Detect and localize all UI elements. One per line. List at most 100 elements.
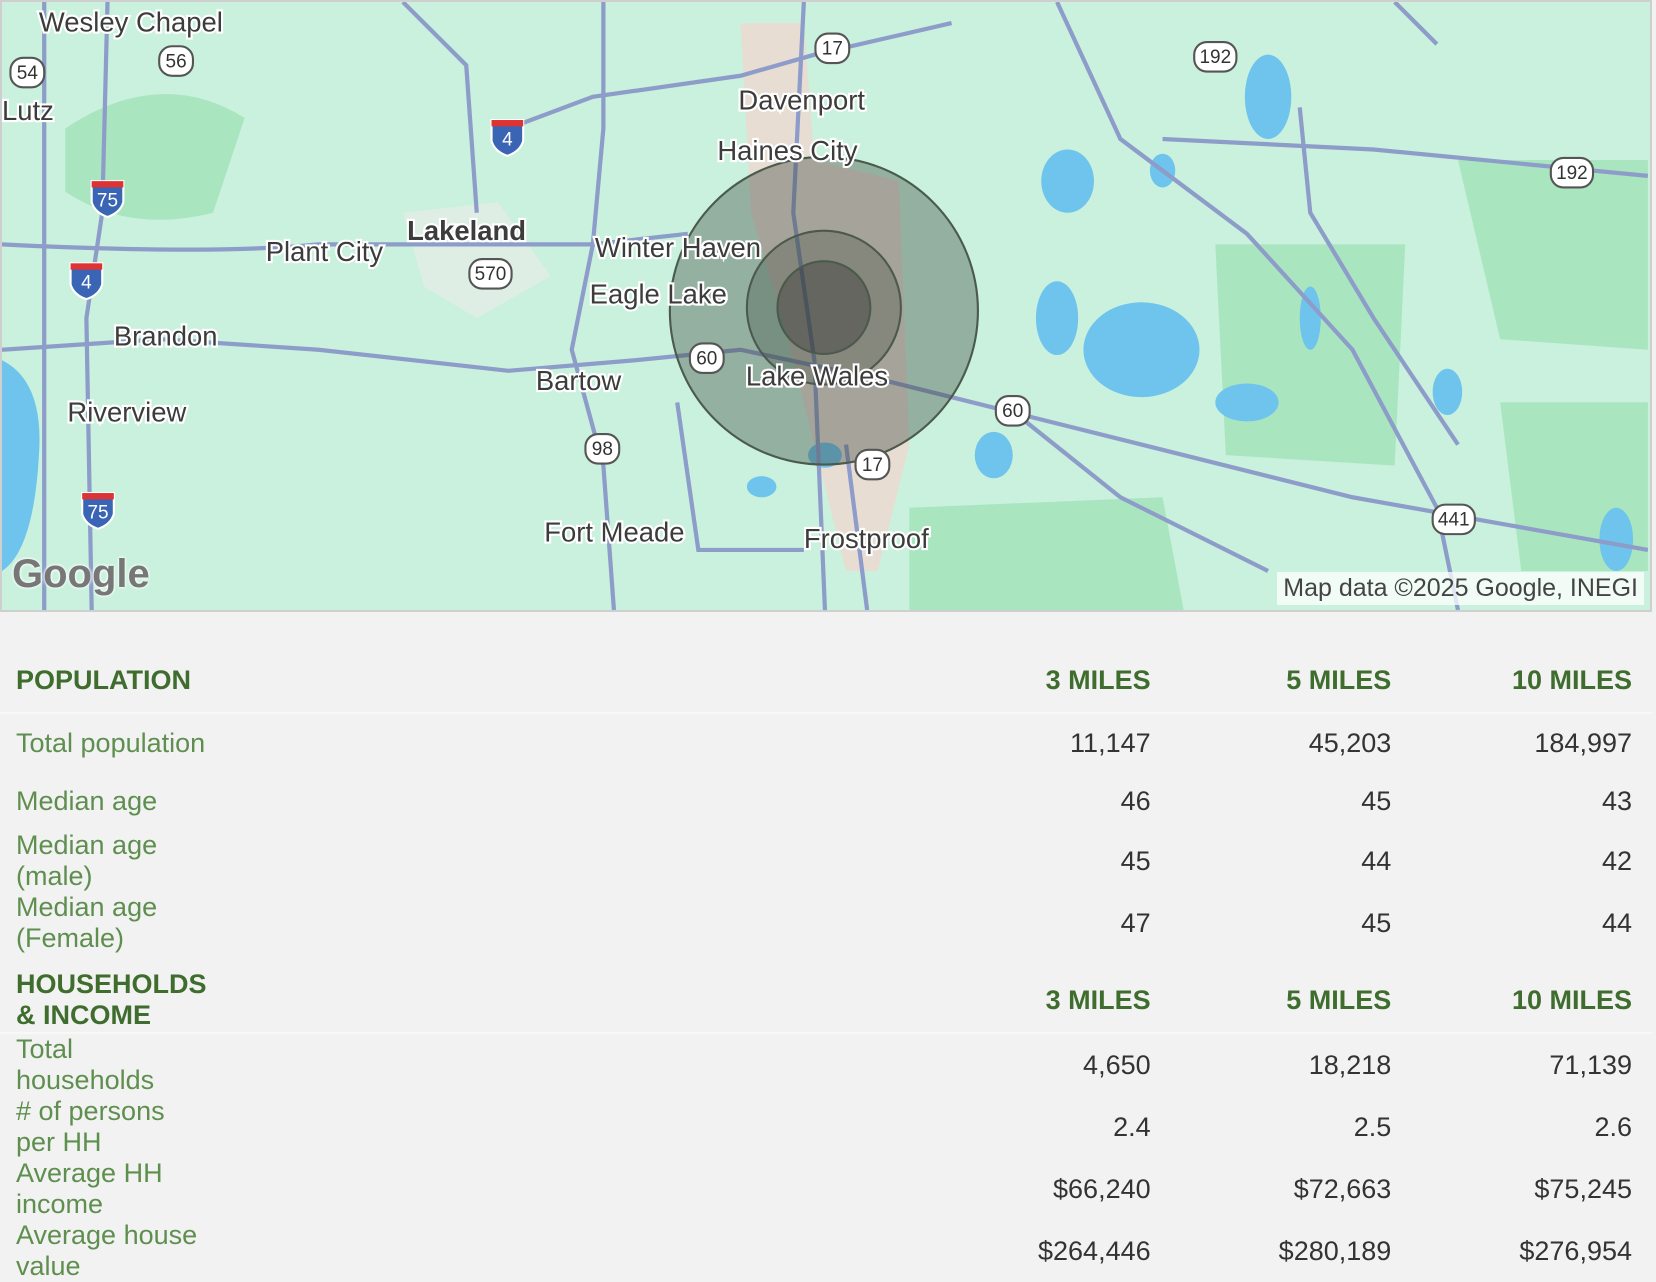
city-label: Fort Meade <box>544 517 684 548</box>
table-row: # of persons per HH 2.4 2.5 2.6 <box>0 1096 1652 1158</box>
city-label: Brandon <box>114 321 218 352</box>
row-value: $72,663 <box>1293 1173 1392 1204</box>
row-label: Median age (male) <box>16 830 158 891</box>
route-number: 98 <box>592 439 613 460</box>
route-number: 60 <box>1002 401 1023 422</box>
city-label: Davenport <box>738 84 865 115</box>
interstate-number: 4 <box>81 273 92 294</box>
row-value: 47 <box>1120 907 1151 938</box>
radius-3-miles <box>776 260 872 355</box>
interstate-shield-icon: 75 <box>81 491 115 530</box>
route-number: 192 <box>1199 47 1231 68</box>
column-header: 3 MILES <box>206 648 1151 714</box>
row-label: Average HH income <box>16 1158 163 1219</box>
column-header: 5 MILES <box>1150 968 1392 1034</box>
row-value: $66,240 <box>1053 1173 1151 1204</box>
population-header-row: POPULATION 3 MILES 5 MILES 10 MILES <box>0 648 1652 714</box>
table-row: Total population 11,147 45,203 184,997 <box>0 713 1652 772</box>
households-header-row: HOUSEHOLDS & INCOME 3 MILES 5 MILES 10 MILE… <box>0 968 1652 1034</box>
city-label: Frostproof <box>804 523 929 554</box>
radius-rings <box>668 155 979 466</box>
city-label: Lakeland <box>407 215 526 246</box>
city-label: Plant City <box>266 236 384 267</box>
city-label: Bartow <box>536 365 622 396</box>
spacer <box>0 954 1652 968</box>
demographics-table: POPULATION 3 MILES 5 MILES 10 MILES Total po… <box>0 648 1652 1282</box>
row-value: $264,446 <box>1038 1235 1151 1266</box>
route-number: 17 <box>822 39 843 60</box>
row-value: 42 <box>1601 845 1632 876</box>
row-value: 44 <box>1601 907 1632 938</box>
row-value: 18,218 <box>1308 1049 1392 1080</box>
google-logo: Google <box>12 552 150 596</box>
route-shield: 54 <box>9 56 46 89</box>
interstate-number: 4 <box>502 129 513 150</box>
column-header: 3 MILES <box>206 968 1151 1034</box>
route-shield: 60 <box>688 342 725 374</box>
map[interactable]: 54 56 17 192 192 570 60 60 98 17 441 4 75 4 75 Wesley… <box>0 0 1652 612</box>
row-value: 2.5 <box>1353 1111 1392 1142</box>
row-value: 45 <box>1361 785 1392 816</box>
row-label: # of persons per HH <box>16 1096 165 1157</box>
route-shield: 192 <box>1549 156 1595 189</box>
section-title: POPULATION <box>0 648 207 714</box>
route-shield: 56 <box>158 45 195 77</box>
row-label: Total population <box>16 727 206 758</box>
table-row: Total households 4,650 18,218 71,139 <box>0 1033 1652 1096</box>
route-shield: 17 <box>814 32 851 65</box>
route-shield: 192 <box>1193 40 1238 73</box>
route-number: 56 <box>166 51 187 72</box>
table-row: Median age (male) 45 44 42 <box>0 830 1652 892</box>
table-row: Median age (Female) 47 45 44 <box>0 892 1652 954</box>
route-shield: 60 <box>994 395 1031 427</box>
row-value: 11,147 <box>1070 727 1151 758</box>
interstate-number: 75 <box>97 190 118 211</box>
map-canvas[interactable]: 54 56 17 192 192 570 60 60 98 17 441 4 75 4 75 Wesley… <box>2 2 1650 610</box>
route-number: 17 <box>862 455 883 476</box>
row-label: Average house value <box>16 1220 198 1281</box>
city-label: Wesley Chapel <box>39 7 223 38</box>
map-attribution[interactable]: Map data ©2025 Google, INEGI <box>1277 572 1644 605</box>
table-row: Median age 46 45 43 <box>0 772 1652 830</box>
table-row: Average HH income $66,240 $72,663 $75,245 <box>0 1158 1652 1220</box>
column-header: 10 MILES <box>1391 648 1652 714</box>
route-shield: 570 <box>468 258 513 290</box>
route-number: 441 <box>1438 510 1470 531</box>
city-label: Riverview <box>67 396 186 427</box>
row-value: 45,203 <box>1308 727 1392 758</box>
interstate-shield-icon: 75 <box>90 180 125 219</box>
row-value: 45 <box>1361 907 1392 938</box>
column-header: 10 MILES <box>1391 968 1652 1034</box>
city-label: Eagle Lake <box>590 278 727 309</box>
row-value: 2.6 <box>1594 1111 1632 1142</box>
section-title: HOUSEHOLDS & INCOME <box>0 968 207 1034</box>
city-label: Lake Wales <box>746 361 888 392</box>
route-number: 192 <box>1556 163 1588 184</box>
row-value: 184,997 <box>1534 727 1632 758</box>
row-value: 4,650 <box>1083 1049 1151 1080</box>
row-label: Median age <box>16 785 158 816</box>
row-value: 71,139 <box>1549 1049 1632 1080</box>
city-label: Lutz <box>2 95 54 126</box>
row-value: 45 <box>1120 845 1151 876</box>
route-shield: 98 <box>584 432 621 465</box>
row-value: $280,189 <box>1278 1235 1392 1266</box>
city-label: Haines City <box>717 135 858 166</box>
table-row: Average house value $264,446 $280,189 $276,… <box>0 1220 1652 1282</box>
interstate-shield-icon: 4 <box>69 262 104 301</box>
city-label: Winter Haven <box>595 232 761 263</box>
route-shield: 17 <box>854 448 891 481</box>
row-label: Median age (Female) <box>16 892 158 953</box>
interstate-number: 75 <box>87 502 108 523</box>
row-value: 2.4 <box>1113 1111 1151 1142</box>
route-number: 570 <box>475 264 507 285</box>
route-number: 60 <box>696 348 717 369</box>
interstate-shield-icon: 4 <box>490 118 525 157</box>
row-value: 44 <box>1361 845 1392 876</box>
row-value: 46 <box>1120 785 1151 816</box>
column-header: 5 MILES <box>1150 648 1392 714</box>
route-number: 54 <box>17 63 38 84</box>
row-label: Total households <box>16 1034 155 1095</box>
row-value: 43 <box>1601 785 1632 816</box>
route-shield: 441 <box>1431 503 1476 536</box>
